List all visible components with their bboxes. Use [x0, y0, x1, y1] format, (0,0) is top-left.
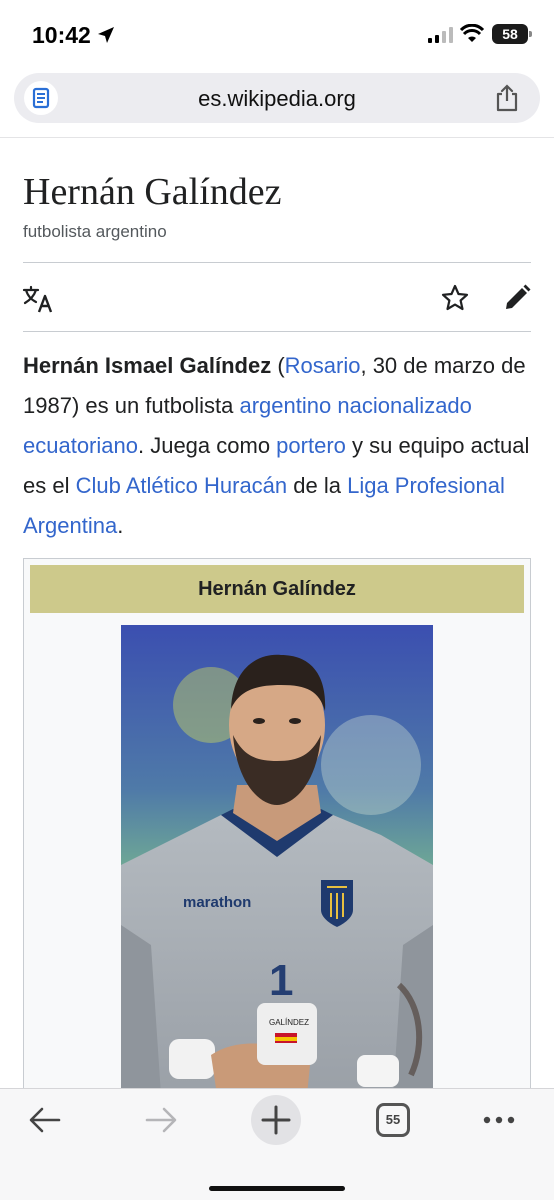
signal-bars-icon [428, 27, 453, 43]
page-title: Hernán Galíndez [23, 171, 282, 213]
more-dots-icon[interactable] [482, 1107, 516, 1133]
link-portero[interactable]: portero [276, 433, 346, 458]
edit-pencil-icon[interactable] [502, 283, 532, 313]
status-bar: 10:42 58 [0, 0, 554, 66]
address-bar[interactable]: es.wikipedia.org [14, 73, 540, 123]
tape-text: GALÍNDEZ [269, 1018, 309, 1027]
text: de la [287, 473, 348, 498]
url-text[interactable]: es.wikipedia.org [14, 86, 540, 112]
infobox-photo[interactable]: marathon 1 GALÍNDEZ [121, 625, 433, 1095]
text: . [117, 513, 124, 538]
status-time: 10:42 [32, 22, 91, 48]
share-icon[interactable] [494, 84, 520, 112]
jersey-brand: marathon [183, 894, 251, 911]
subject-name: Hernán Ismael Galíndez [23, 353, 272, 378]
header-divider [0, 137, 554, 138]
star-icon[interactable] [440, 283, 470, 313]
back-arrow-icon[interactable] [28, 1105, 62, 1135]
wifi-icon [460, 24, 484, 42]
infobox-header: Hernán Galíndez [30, 565, 524, 613]
new-tab-button[interactable] [251, 1095, 301, 1145]
battery-icon: 58 [492, 24, 532, 44]
translate-icon[interactable] [22, 283, 54, 315]
link-rosario[interactable]: Rosario [285, 353, 361, 378]
home-indicator [209, 1186, 345, 1191]
text: . Juega como [137, 433, 277, 458]
location-arrow-icon [98, 27, 114, 43]
forward-arrow-icon[interactable] [144, 1105, 178, 1135]
divider [23, 262, 531, 263]
link-argentino[interactable]: argentino [239, 393, 331, 418]
infobox: Hernán Galíndez marathon 1 GALÍNDEZ [23, 558, 531, 1118]
text: ( [271, 353, 285, 378]
tabs-button[interactable]: 55 [376, 1103, 410, 1137]
browser-toolbar: 55 [0, 1088, 554, 1200]
jersey-number: 1 [269, 956, 293, 1005]
divider [23, 331, 531, 332]
page-subtitle: futbolista argentino [23, 222, 167, 241]
link-club[interactable]: Club Atlético Huracán [76, 473, 288, 498]
new-tab-plus-icon [261, 1105, 291, 1135]
lead-paragraph: Hernán Ismael Galíndez (Rosario, 30 de m… [23, 346, 535, 546]
